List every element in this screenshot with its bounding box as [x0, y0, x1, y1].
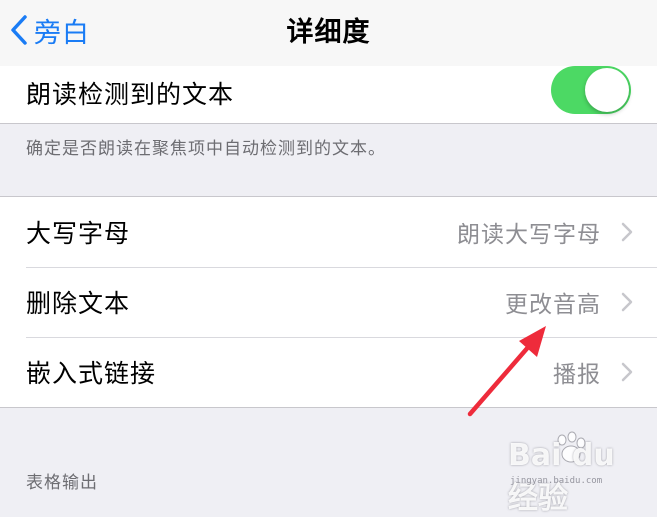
page-title: 详细度: [286, 17, 371, 48]
settings-row-deleting-text[interactable]: 删除文本 更改音高: [0, 267, 657, 337]
watermark-url: jingyan.baidu.com: [510, 476, 603, 486]
chevron-right-icon: [621, 362, 633, 382]
table-output-section-header: 表格输出: [26, 473, 98, 493]
baidu-watermark: Bai du 经验 jingyan.baidu.com: [500, 428, 650, 516]
chevron-right-icon: [621, 222, 633, 242]
verbosity-settings-group: 大写字母 朗读大写字母 删除文本 更改音高 嵌入式链接 播报: [0, 196, 657, 408]
row-label: 删除文本: [26, 289, 131, 318]
row-value: 朗读大写字母: [457, 222, 601, 248]
row-value: 更改音高: [505, 292, 601, 318]
row-value: 播报: [553, 362, 601, 388]
settings-row-embedded-links[interactable]: 嵌入式链接 播报: [0, 337, 657, 407]
settings-row-capital-letters[interactable]: 大写字母 朗读大写字母: [0, 197, 657, 267]
navigation-bar: 旁白 详细度: [0, 0, 657, 67]
toggle-knob: [585, 68, 629, 112]
row-label: 大写字母: [26, 219, 131, 248]
chevron-right-icon: [621, 292, 633, 312]
detected-text-group: 朗读检测到的文本: [0, 66, 657, 124]
row-label: 嵌入式链接: [26, 359, 157, 388]
speak-detected-text-toggle[interactable]: [551, 66, 631, 114]
detected-text-note: 确定是否朗读在聚焦项中自动检测到的文本。: [26, 139, 386, 159]
speak-detected-text-label: 朗读检测到的文本: [26, 80, 235, 109]
